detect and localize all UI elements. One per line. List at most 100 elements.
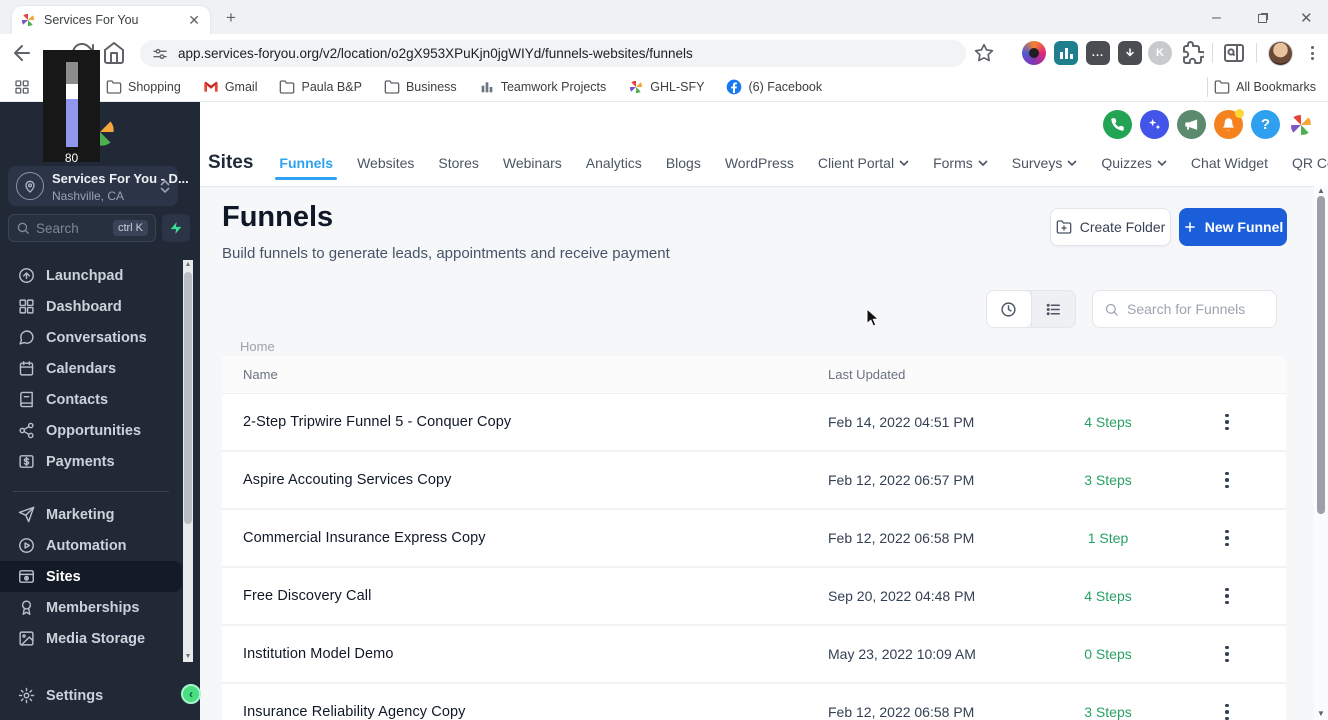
site-info-icon[interactable] bbox=[152, 46, 168, 62]
funnel-steps-link[interactable]: 3 Steps bbox=[1048, 472, 1168, 488]
header-tab[interactable]: Surveys bbox=[1012, 140, 1078, 186]
header-tab[interactable]: Client Portal bbox=[818, 140, 909, 186]
funnel-name[interactable]: Free Discovery Call bbox=[243, 588, 828, 604]
new-tab-button[interactable]: + bbox=[222, 9, 240, 27]
address-bar[interactable]: app.services-foryou.org/v2/location/o2gX… bbox=[140, 40, 966, 67]
sidebar-collapse-button[interactable]: ‹ bbox=[181, 684, 201, 704]
funnel-name[interactable]: Commercial Insurance Express Copy bbox=[243, 530, 828, 546]
table-row[interactable]: Commercial Insurance Express Copy Feb 12… bbox=[222, 510, 1286, 568]
table-row[interactable]: Insurance Reliability Agency Copy Feb 12… bbox=[222, 684, 1286, 720]
sidebar-item[interactable]: Payments bbox=[0, 446, 182, 477]
funnel-steps-link[interactable]: 0 Steps bbox=[1048, 646, 1168, 662]
scroll-up-icon[interactable]: ▲ bbox=[183, 260, 193, 270]
profile-avatar[interactable] bbox=[1268, 41, 1293, 66]
new-funnel-button[interactable]: New Funnel bbox=[1179, 208, 1287, 246]
extension-dots-icon[interactable]: ... bbox=[1086, 41, 1110, 65]
funnel-name[interactable]: 2-Step Tripwire Funnel 5 - Conquer Copy bbox=[243, 414, 828, 430]
funnel-steps-link[interactable]: 4 Steps bbox=[1048, 414, 1168, 430]
sidebar-search-input[interactable]: Search ctrl K bbox=[8, 214, 156, 242]
funnel-search-input[interactable]: Search for Funnels bbox=[1092, 290, 1277, 328]
side-panel-search-icon[interactable] bbox=[1222, 41, 1246, 65]
bookmark-star-icon[interactable] bbox=[974, 43, 994, 63]
magic-wand-icon[interactable] bbox=[1140, 110, 1169, 139]
sidebar-item[interactable]: Sites bbox=[0, 561, 182, 592]
row-menu-icon[interactable] bbox=[1221, 526, 1233, 551]
sidebar-item-settings[interactable]: Settings bbox=[0, 680, 182, 711]
header-tab[interactable]: QR Codes bbox=[1292, 140, 1328, 186]
sidebar-item[interactable]: Conversations bbox=[0, 322, 182, 353]
table-row[interactable]: Aspire Accouting Services Copy Feb 12, 2… bbox=[222, 452, 1286, 510]
bookmark-item[interactable]: Business bbox=[384, 79, 457, 95]
browser-menu-icon[interactable] bbox=[1300, 41, 1324, 65]
sidebar-item[interactable]: Memberships bbox=[0, 592, 182, 623]
funnel-name[interactable]: Institution Model Demo bbox=[243, 646, 828, 662]
notifications-bell-icon[interactable] bbox=[1214, 109, 1244, 139]
row-menu-icon[interactable] bbox=[1221, 642, 1233, 667]
home-button[interactable] bbox=[102, 41, 126, 65]
bookmark-item[interactable]: Teamwork Projects bbox=[479, 79, 606, 95]
row-menu-icon[interactable] bbox=[1221, 700, 1233, 720]
row-menu-icon[interactable] bbox=[1221, 468, 1233, 493]
page-scroll-thumb[interactable] bbox=[1317, 196, 1325, 514]
quick-actions-button[interactable] bbox=[162, 214, 190, 242]
header-tab[interactable]: Analytics bbox=[586, 140, 642, 186]
header-tab[interactable]: Quizzes bbox=[1101, 140, 1167, 186]
funnel-name[interactable]: Insurance Reliability Agency Copy bbox=[243, 704, 828, 720]
bookmark-item[interactable]: (6) Facebook bbox=[726, 79, 822, 95]
header-tab[interactable]: Webinars bbox=[503, 140, 562, 186]
header-tab[interactable]: Funnels bbox=[275, 140, 337, 186]
recent-view-button[interactable] bbox=[987, 291, 1031, 327]
create-folder-button[interactable]: Create Folder bbox=[1050, 208, 1171, 246]
table-row[interactable]: Free Discovery Call Sep 20, 2022 04:48 P… bbox=[222, 568, 1286, 626]
window-restore-button[interactable] bbox=[1258, 9, 1267, 27]
megaphone-icon[interactable] bbox=[1177, 110, 1206, 139]
sidebar-item[interactable]: Launchpad bbox=[0, 260, 182, 291]
table-row[interactable]: Institution Model Demo May 23, 2022 10:0… bbox=[222, 626, 1286, 684]
sidebar-item[interactable]: Opportunities bbox=[0, 415, 182, 446]
row-menu-icon[interactable] bbox=[1221, 584, 1233, 609]
list-view-button[interactable] bbox=[1030, 291, 1076, 327]
apps-grid-icon[interactable] bbox=[14, 79, 30, 95]
sidebar-item[interactable]: Media Storage bbox=[0, 623, 182, 654]
bookmark-item[interactable]: GHL-SFY bbox=[628, 79, 704, 95]
row-menu-icon[interactable] bbox=[1221, 410, 1233, 435]
sidebar-item[interactable]: Dashboard bbox=[0, 291, 182, 322]
funnel-steps-link[interactable]: 3 Steps bbox=[1048, 704, 1168, 720]
sidebar-item[interactable]: Contacts bbox=[0, 384, 182, 415]
tab-close-icon[interactable]: ✕ bbox=[186, 12, 202, 29]
header-tab[interactable]: Chat Widget bbox=[1191, 140, 1268, 186]
funnel-name[interactable]: Aspire Accouting Services Copy bbox=[243, 472, 828, 488]
extension-download-icon[interactable] bbox=[1118, 41, 1142, 65]
page-scroll-down-icon[interactable]: ▼ bbox=[1314, 709, 1328, 718]
window-close-button[interactable]: ✕ bbox=[1300, 9, 1320, 27]
extension-teamwork-icon[interactable] bbox=[1054, 41, 1078, 65]
back-button[interactable] bbox=[10, 41, 34, 65]
bookmark-item[interactable]: Shopping bbox=[106, 79, 181, 95]
header-tab[interactable]: WordPress bbox=[725, 140, 794, 186]
page-scroll-up-icon[interactable]: ▲ bbox=[1314, 186, 1328, 195]
sidebar-scrollbar[interactable]: ▲ ▼ bbox=[183, 260, 193, 662]
sidebar-scroll-thumb[interactable] bbox=[184, 272, 192, 524]
phone-icon[interactable] bbox=[1103, 110, 1132, 139]
extensions-puzzle-icon[interactable] bbox=[1180, 41, 1204, 65]
header-tab[interactable]: Forms bbox=[933, 140, 988, 186]
all-bookmarks-button[interactable]: All Bookmarks bbox=[1214, 72, 1316, 102]
bookmark-item[interactable]: Paula B&P bbox=[279, 79, 362, 95]
window-minimize-button[interactable]: – bbox=[1212, 9, 1232, 27]
table-row[interactable]: 2-Step Tripwire Funnel 5 - Conquer Copy … bbox=[222, 394, 1286, 452]
sidebar-item[interactable]: Marketing bbox=[0, 499, 182, 530]
breadcrumb[interactable]: Home bbox=[240, 339, 275, 354]
zoom-slider[interactable] bbox=[65, 62, 78, 147]
page-scrollbar[interactable]: ▲ ▼ bbox=[1314, 186, 1328, 720]
sidebar-item[interactable]: Automation bbox=[0, 530, 182, 561]
header-tab[interactable]: Blogs bbox=[666, 140, 701, 186]
bookmark-item[interactable]: Gmail bbox=[203, 79, 257, 95]
extension-gradient-icon[interactable] bbox=[1022, 41, 1046, 65]
sidebar-item[interactable]: Calendars bbox=[0, 353, 182, 384]
header-tab[interactable]: Websites bbox=[357, 140, 414, 186]
extension-k-icon[interactable]: K bbox=[1148, 41, 1172, 65]
header-tab[interactable]: Stores bbox=[438, 140, 478, 186]
help-icon[interactable]: ? bbox=[1251, 110, 1280, 139]
funnel-steps-link[interactable]: 1 Step bbox=[1048, 530, 1168, 546]
funnel-steps-link[interactable]: 4 Steps bbox=[1048, 588, 1168, 604]
